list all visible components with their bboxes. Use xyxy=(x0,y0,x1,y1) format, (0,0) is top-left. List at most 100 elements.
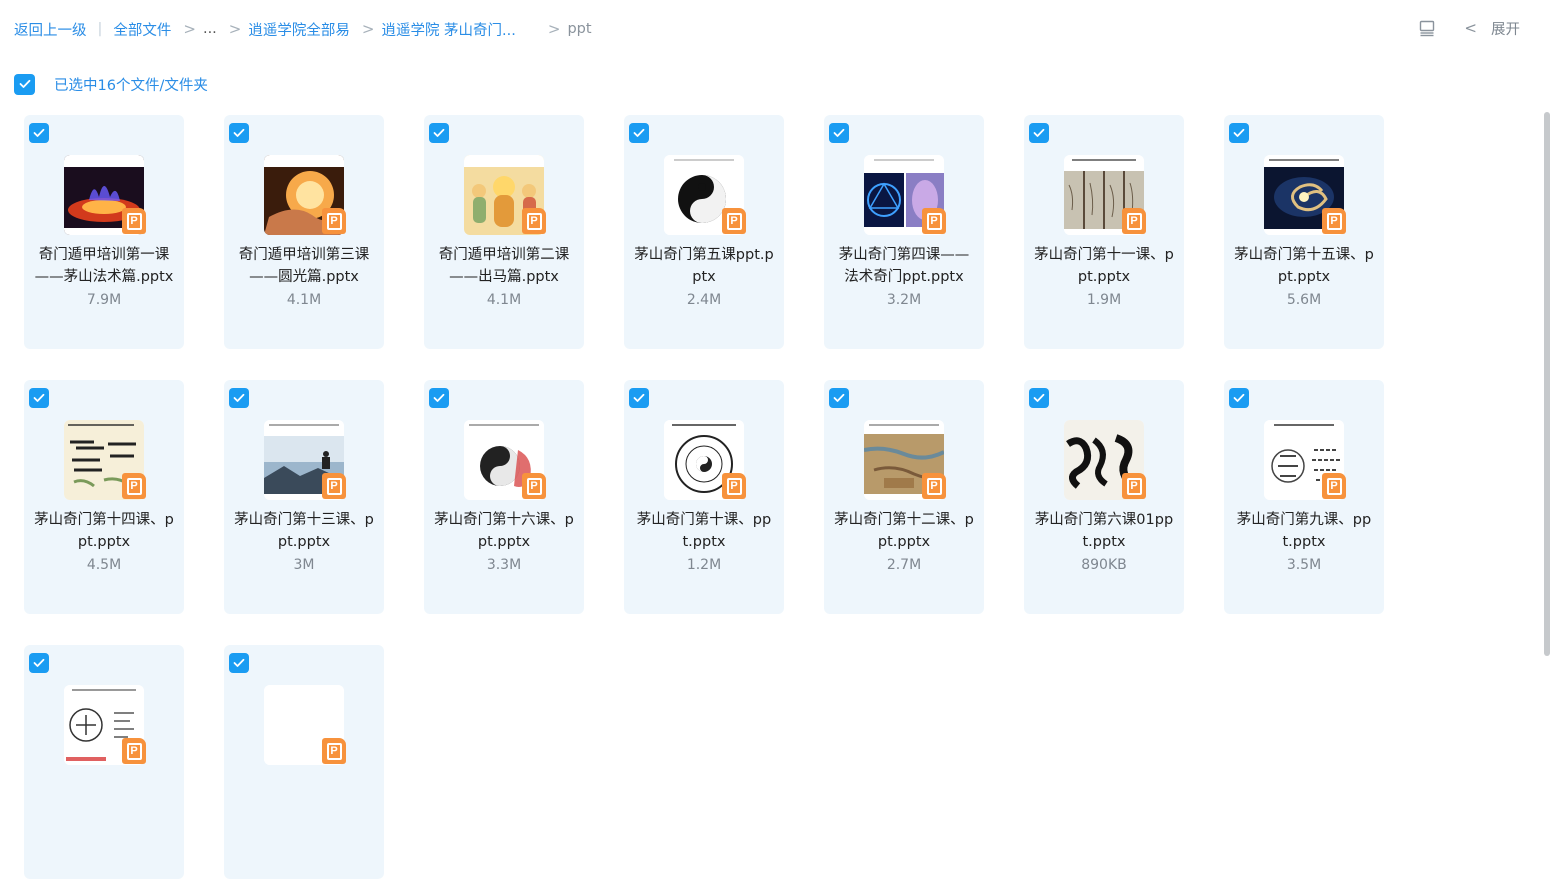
ppt-file-icon: P xyxy=(122,208,146,234)
file-card[interactable]: P 茅山奇门第十二课、ppt.pptx 2.7M xyxy=(824,380,984,614)
file-card[interactable]: P 奇门遁甲培训第二课——出马篇.pptx 4.1M xyxy=(424,115,584,349)
ppt-file-icon: P xyxy=(522,473,546,499)
file-size: 890KB xyxy=(1081,557,1127,573)
checkmark-icon xyxy=(833,393,845,402)
checkmark-icon xyxy=(1033,393,1045,402)
checkmark-icon xyxy=(633,393,645,402)
breadcrumb-folder-1[interactable]: 逍遥学院全部易 xyxy=(248,19,350,40)
file-checkbox[interactable] xyxy=(429,388,449,408)
breadcrumb-divider: | xyxy=(97,21,103,37)
ppt-file-icon: P xyxy=(1322,208,1346,234)
checkmark-icon xyxy=(233,393,245,402)
checkmark-icon xyxy=(433,128,445,137)
file-name: 茅山奇门第四课——法术奇门ppt.pptx xyxy=(838,247,970,285)
ppt-file-icon: P xyxy=(322,738,346,764)
breadcrumb-chevron-icon: > xyxy=(228,20,242,38)
file-checkbox[interactable] xyxy=(229,123,249,143)
ppt-file-icon: P xyxy=(722,473,746,499)
breadcrumb-chevron-icon: > xyxy=(361,20,375,38)
file-name: 茅山奇门第十五课、ppt.pptx xyxy=(1234,247,1374,285)
file-name: 茅山奇门第十三课、ppt.pptx xyxy=(234,512,374,550)
file-card[interactable]: P 茅山奇门第六课01ppt.pptx 890KB xyxy=(1024,380,1184,614)
file-checkbox[interactable] xyxy=(29,123,49,143)
file-checkbox[interactable] xyxy=(29,388,49,408)
breadcrumb-ellipsis[interactable]: ... xyxy=(203,21,217,37)
file-checkbox[interactable] xyxy=(1029,123,1049,143)
checkmark-icon xyxy=(433,393,445,402)
checkmark-icon xyxy=(1233,393,1245,402)
file-size: 3.5M xyxy=(1286,557,1322,573)
breadcrumb-chevron-icon: > xyxy=(547,20,561,38)
expand-button[interactable]: < 展开 xyxy=(1464,18,1520,39)
file-card[interactable]: P 茅山奇门第十四课、ppt.pptx 4.5M xyxy=(24,380,184,614)
file-card[interactable]: P 茅山奇门第十五课、ppt.pptx 5.6M xyxy=(1224,115,1384,349)
file-checkbox[interactable] xyxy=(829,123,849,143)
ppt-file-icon: P xyxy=(1122,473,1146,499)
file-card[interactable]: P 茅山奇门第十一课、ppt.pptx 1.9M xyxy=(1024,115,1184,349)
ppt-file-icon: P xyxy=(1122,208,1146,234)
file-name: 茅山奇门第十课、ppt.pptx xyxy=(636,512,772,550)
file-name: 茅山奇门第五课ppt.pptx xyxy=(634,247,774,285)
file-card[interactable]: P 茅山奇门第九课、ppt.pptx 3.5M xyxy=(1224,380,1384,614)
file-checkbox[interactable] xyxy=(1229,123,1249,143)
file-size: 4.1M xyxy=(286,292,322,308)
ppt-file-icon: P xyxy=(522,208,546,234)
file-card[interactable]: P 奇门遁甲培训第一课——茅山法术篇.pptx 7.9M xyxy=(24,115,184,349)
select-all-checkbox[interactable] xyxy=(14,73,35,95)
checkmark-icon xyxy=(1033,128,1045,137)
file-card[interactable]: P xyxy=(224,645,384,879)
file-card[interactable]: P 奇门遁甲培训第三课——圆光篇.pptx 4.1M xyxy=(224,115,384,349)
ppt-file-icon: P xyxy=(122,473,146,499)
file-name: 奇门遁甲培训第二课——出马篇.pptx xyxy=(438,247,570,285)
checkmark-icon xyxy=(1233,128,1245,137)
file-checkbox[interactable] xyxy=(1229,388,1249,408)
checkmark-icon xyxy=(19,79,30,88)
checkmark-icon xyxy=(33,128,45,137)
list-view-icon[interactable] xyxy=(1418,19,1436,37)
file-checkbox[interactable] xyxy=(229,653,249,673)
breadcrumb-current: ppt xyxy=(567,21,592,37)
breadcrumb-chevron-icon: > xyxy=(183,20,196,38)
ppt-file-icon: P xyxy=(122,738,146,764)
checkmark-icon xyxy=(833,128,845,137)
back-link[interactable]: 返回上一级 xyxy=(14,19,87,40)
file-card[interactable]: P 茅山奇门第十三课、ppt.pptx 3M xyxy=(224,380,384,614)
file-checkbox[interactable] xyxy=(429,123,449,143)
file-size: 1.9M xyxy=(1086,292,1122,308)
view-controls: < 展开 xyxy=(1418,17,1520,39)
ppt-file-icon: P xyxy=(322,208,346,234)
ppt-file-icon: P xyxy=(922,473,946,499)
file-name: 茅山奇门第九课、ppt.pptx xyxy=(1236,512,1372,550)
file-checkbox[interactable] xyxy=(1029,388,1049,408)
file-name: 茅山奇门第十一课、ppt.pptx xyxy=(1034,247,1174,285)
file-checkbox[interactable] xyxy=(829,388,849,408)
file-checkbox[interactable] xyxy=(629,388,649,408)
file-name: 茅山奇门第十二课、ppt.pptx xyxy=(834,512,974,550)
selection-bar: 已选中16个文件/文件夹 xyxy=(14,73,208,95)
file-card[interactable]: P xyxy=(24,645,184,879)
file-name: 茅山奇门第十四课、ppt.pptx xyxy=(34,512,174,550)
file-size: 2.7M xyxy=(886,557,922,573)
file-card[interactable]: P 茅山奇门第十课、ppt.pptx 1.2M xyxy=(624,380,784,614)
file-checkbox[interactable] xyxy=(29,653,49,673)
file-size: 5.6M xyxy=(1286,292,1322,308)
breadcrumb-all-files[interactable]: 全部文件 xyxy=(113,19,171,40)
file-size: 2.4M xyxy=(686,292,722,308)
ppt-file-icon: P xyxy=(322,473,346,499)
expand-label: 展开 xyxy=(1491,21,1520,38)
file-size: 4.5M xyxy=(86,557,122,573)
checkmark-icon xyxy=(33,658,45,667)
file-size: 3.2M xyxy=(886,292,922,308)
scrollbar[interactable] xyxy=(1544,112,1550,656)
chevron-left-icon: < xyxy=(1464,19,1477,37)
file-checkbox[interactable] xyxy=(229,388,249,408)
ppt-file-icon: P xyxy=(1322,473,1346,499)
file-size: 3.3M xyxy=(486,557,522,573)
file-name: 奇门遁甲培训第三课——圆光篇.pptx xyxy=(238,247,370,285)
file-card[interactable]: P 茅山奇门第五课ppt.pptx 2.4M xyxy=(624,115,784,349)
file-size: 7.9M xyxy=(86,292,122,308)
file-card[interactable]: P 茅山奇门第十六课、ppt.pptx 3.3M xyxy=(424,380,584,614)
breadcrumb-folder-2[interactable]: 逍遥学院 茅山奇门... xyxy=(381,19,515,40)
file-card[interactable]: P 茅山奇门第四课——法术奇门ppt.pptx 3.2M xyxy=(824,115,984,349)
file-checkbox[interactable] xyxy=(629,123,649,143)
